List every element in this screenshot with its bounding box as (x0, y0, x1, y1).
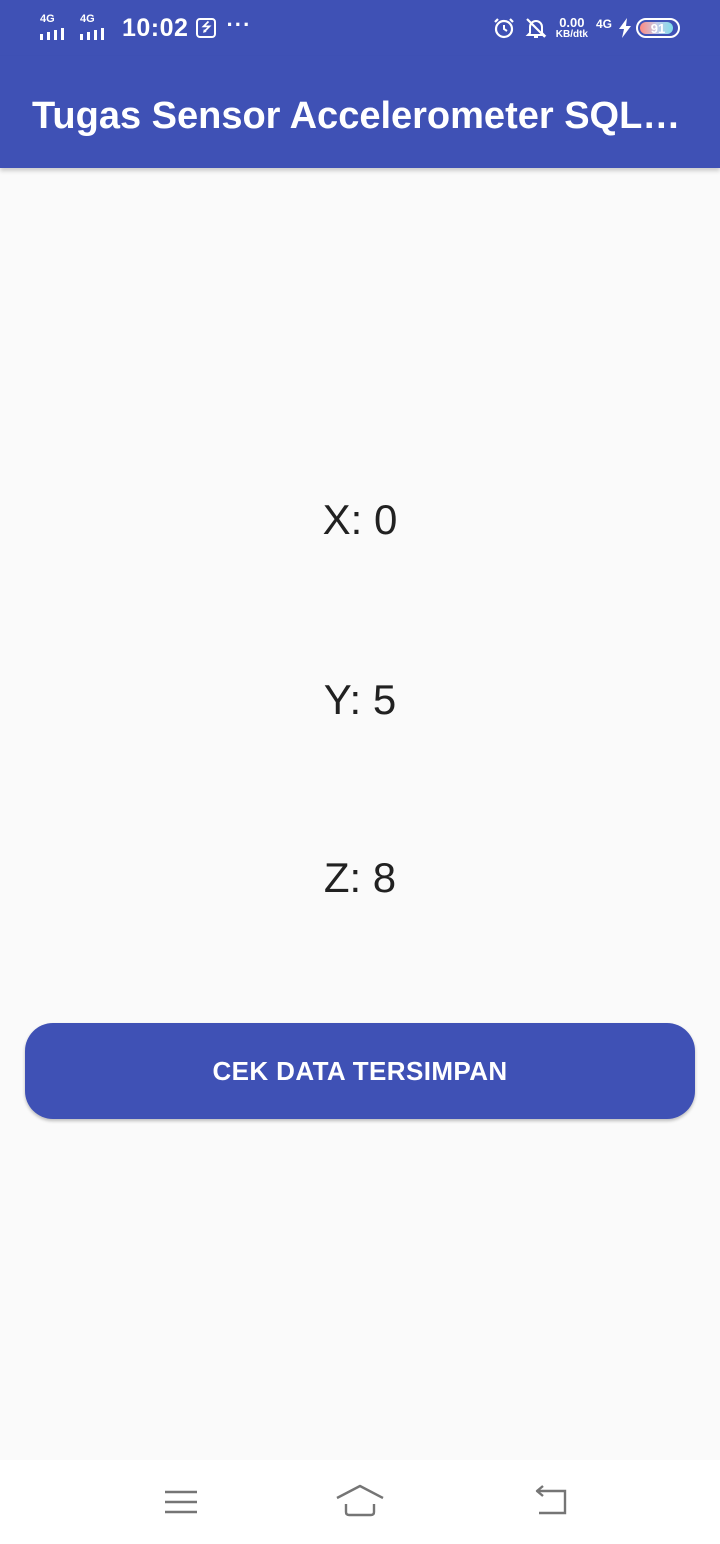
navigation-bar (0, 1460, 720, 1544)
bell-muted-icon (525, 18, 547, 38)
data-network-type: 4G (595, 17, 612, 31)
y-axis-reading: Y: 5 (323, 676, 397, 723)
z-axis-reading: Z: 8 (323, 854, 397, 901)
network-speed-value: 0.00 (559, 15, 585, 30)
battery-icon: 91 (636, 18, 680, 38)
status-bar: 4G 4G 10:02 ⭍ ··· 0.00 KB/dtk 4G 91 (0, 0, 720, 56)
x-axis-reading: X: 0 (322, 496, 398, 543)
battery-level: 91 (650, 20, 666, 36)
sim2-signal-icon: 4G (78, 12, 114, 44)
sim1-signal-icon: 4G (38, 12, 74, 44)
app-screen: 4G 4G 10:02 ⭍ ··· 0.00 KB/dtk 4G 91 Tuga… (0, 0, 720, 1544)
sim2-network-type: 4G (80, 13, 95, 25)
menu-icon[interactable] (156, 1480, 206, 1524)
app-bar: Tugas Sensor Accelerometer SQLite (0, 56, 720, 168)
home-icon[interactable] (335, 1480, 385, 1524)
charging-bolt-icon (619, 18, 631, 38)
status-time: 10:02 (122, 13, 189, 42)
check-saved-data-button[interactable]: CEK DATA TERSIMPAN (25, 1023, 695, 1119)
status-bar-right: 0.00 KB/dtk 4G 91 (492, 12, 680, 44)
more-notifications-indicator: ··· (226, 12, 252, 37)
alarm-icon (493, 18, 514, 39)
app-title: Tugas Sensor Accelerometer SQLite (32, 95, 682, 137)
back-icon[interactable] (525, 1480, 575, 1524)
status-bar-left: 4G 4G 10:02 ⭍ ··· (38, 10, 251, 46)
network-speed-unit: KB/dtk (555, 29, 588, 40)
network-speed: 0.00 KB/dtk (556, 16, 588, 40)
usb-icon: ⭍ (196, 18, 217, 38)
sim1-network-type: 4G (40, 13, 55, 25)
